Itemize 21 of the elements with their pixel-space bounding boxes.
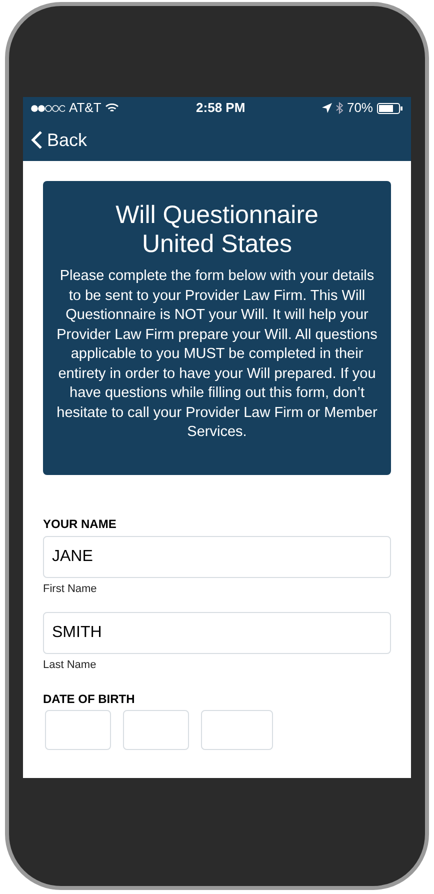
clock-text: 2:58 PM xyxy=(196,99,246,118)
section-label: DATE OF BIRTH xyxy=(43,690,136,708)
carrier-text: AT&T xyxy=(69,99,102,118)
text-field[interactable]: JANE xyxy=(43,536,391,578)
back-button[interactable]: Back xyxy=(31,126,88,154)
date-field[interactable] xyxy=(201,710,273,750)
battery-percent: 70% xyxy=(346,99,373,118)
wifi-icon xyxy=(105,103,120,113)
signal-icon xyxy=(31,104,65,112)
battery-icon xyxy=(377,102,403,114)
field-caption: Last Name xyxy=(43,658,98,673)
field-caption: First Name xyxy=(43,582,98,596)
form-title: Will Questionnaire United States xyxy=(116,201,318,259)
bluetooth-icon xyxy=(336,102,343,114)
date-field[interactable] xyxy=(123,710,189,750)
text-field[interactable]: SMITH xyxy=(43,612,391,654)
location-icon xyxy=(322,103,332,113)
section-label: YOUR NAME xyxy=(43,516,118,532)
intro-description: Please complete the form below with your details to be sent to your Provider Law Firm. This Will Questionnaire is NOT your Will. It will help your Provider Law Firm prepare your Will. All questions applicable to you MUST be completed in their entirety in order to have your Will prepared. If you have questions while filling out this form, don’t hesitate to call your Provider Law Firm or Member Services. xyxy=(56,267,378,442)
chevron-left-icon xyxy=(31,130,43,150)
date-field[interactable] xyxy=(45,710,111,750)
